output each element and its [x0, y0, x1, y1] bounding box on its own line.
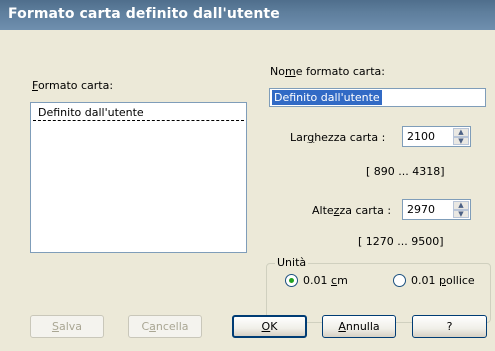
width-spinner[interactable]: 2100 ▲ ▼: [402, 126, 471, 147]
paper-name-label: Nome formato carta:: [270, 65, 385, 78]
units-group-title: Unità: [275, 256, 309, 269]
window-title: Formato carta definito dall'utente: [8, 6, 280, 22]
height-range: [ 1270 ... 9500]: [358, 235, 444, 248]
help-button[interactable]: ?: [412, 315, 487, 338]
list-item[interactable]: Definito dall'utente: [33, 105, 244, 121]
width-range: [ 890 ... 4318]: [366, 165, 445, 178]
paper-name-field[interactable]: Definito dall'utente: [269, 88, 486, 107]
unit-cm-radio[interactable]: 0.01 cm: [285, 274, 348, 287]
height-value: 2970: [407, 203, 435, 216]
width-down-icon[interactable]: ▼: [453, 136, 469, 145]
width-value: 2100: [407, 130, 435, 143]
width-up-icon[interactable]: ▲: [453, 128, 469, 137]
height-down-icon[interactable]: ▼: [453, 209, 469, 218]
paper-size-list-label: Formato carta:: [32, 79, 114, 92]
unit-inch-radio[interactable]: 0.01 pollice: [393, 274, 475, 287]
ok-button[interactable]: OK: [232, 315, 307, 338]
cancel-button[interactable]: Annulla: [322, 315, 396, 338]
paper-name-value: Definito dall'utente: [272, 90, 382, 105]
unit-cm-label: 0.01 cm: [303, 274, 348, 287]
height-up-icon[interactable]: ▲: [453, 201, 469, 210]
list-item-label: Definito dall'utente: [38, 106, 144, 119]
width-label: Larghezza carta :: [290, 131, 386, 144]
height-spinner[interactable]: 2970 ▲ ▼: [402, 199, 471, 220]
unit-inch-label: 0.01 pollice: [411, 274, 475, 287]
paper-size-list[interactable]: Definito dall'utente: [30, 102, 247, 253]
dialog-body: Formato carta: Definito dall'utente Nome…: [0, 30, 495, 351]
radio-unselected-icon: [393, 274, 406, 287]
radio-selected-icon: [285, 274, 298, 287]
height-label: Altezza carta :: [312, 204, 392, 217]
delete-button[interactable]: Cancella: [128, 315, 202, 338]
save-button[interactable]: Salva: [30, 315, 104, 338]
title-bar[interactable]: Formato carta definito dall'utente: [0, 0, 495, 30]
units-group: [266, 263, 491, 323]
